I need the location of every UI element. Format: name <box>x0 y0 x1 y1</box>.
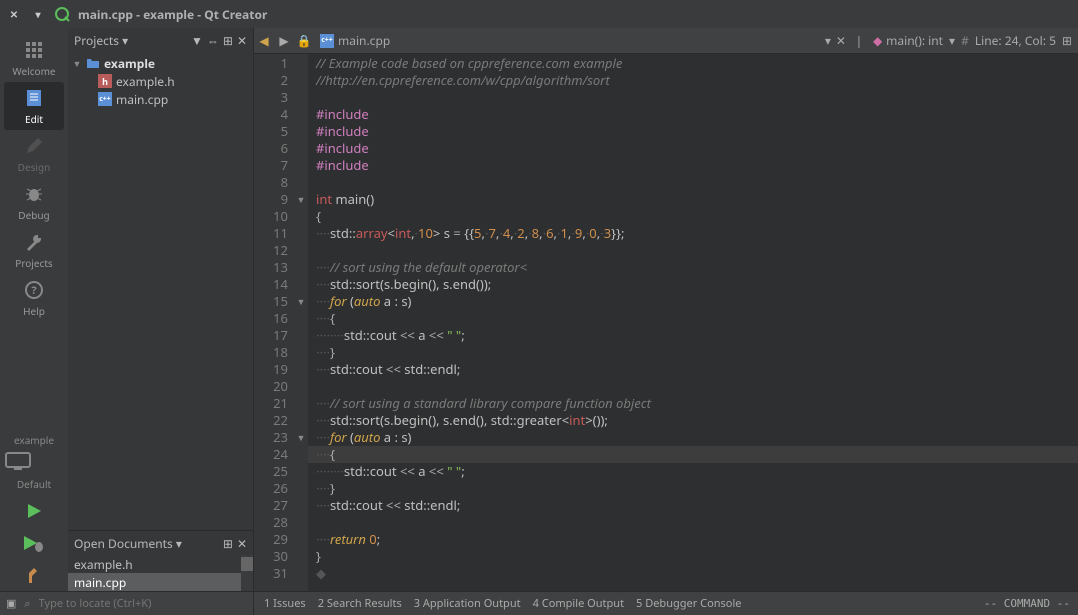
opendoc-item[interactable]: main.cpp <box>68 573 241 591</box>
run-debug-button[interactable] <box>16 529 52 557</box>
output-pane[interactable]: 3 Application Output <box>414 596 521 611</box>
split-icon[interactable]: ⊞ <box>223 32 233 49</box>
split-editor-icon[interactable]: ⊞ <box>1062 32 1072 49</box>
build-button[interactable] <box>16 561 52 589</box>
forward-button[interactable]: ▶ <box>274 31 294 51</box>
mode-edit[interactable]: Edit <box>4 82 64 130</box>
help-icon: ? <box>22 278 46 302</box>
code-content[interactable]: // Example code based on cppreference.co… <box>308 54 1078 591</box>
run-button[interactable] <box>16 497 52 525</box>
output-pane-selectors: 1 Issues 2 Search Results 3 Application Ou… <box>254 596 984 611</box>
mode-projects[interactable]: Projects <box>4 226 64 274</box>
file-selector[interactable]: c++ main.cpp <box>314 32 396 49</box>
chevron-down-icon[interactable]: ▾ <box>949 32 955 49</box>
editor-toolbar: ◀ ▶ 🔒 c++ main.cpp ▾ ✕ | ◆ main(): int ▾… <box>254 28 1078 54</box>
status-bar: ▣ ⌕ 1 Issues 2 Search Results 3 Applicatio… <box>0 591 1078 615</box>
window-titlebar: ✕ ▾ main.cpp - example - Qt Creator <box>0 0 1078 28</box>
output-pane[interactable]: 5 Debugger Console <box>636 596 741 611</box>
close-panel-icon[interactable]: ✕ <box>237 535 247 552</box>
opendocs-dropdown[interactable]: Open Documents ▾ <box>74 535 182 552</box>
mode-welcome[interactable]: Welcome <box>4 34 64 82</box>
vim-mode-indicator: -- COMMAND -- <box>984 597 1078 610</box>
target-selector[interactable]: example Default <box>4 433 64 491</box>
cpp-file-icon: c++ <box>98 92 112 106</box>
line-prefix: # <box>961 32 969 49</box>
code-editor[interactable]: 1234567891011121314151617181920212223242… <box>254 54 1078 591</box>
close-tab-icon[interactable]: ✕ <box>831 31 851 51</box>
tree-project-root[interactable]: ▼ example <box>68 54 253 72</box>
wrench-icon <box>22 230 46 254</box>
tree-file-header[interactable]: h example.h <box>68 72 253 90</box>
svg-text:?: ? <box>31 283 37 298</box>
window-title: main.cpp - example - Qt Creator <box>78 6 267 23</box>
mode-help[interactable]: ? Help <box>4 274 64 322</box>
filter-icon[interactable]: ▼ <box>191 32 203 49</box>
split-icon[interactable]: ⊞ <box>223 535 233 552</box>
back-button[interactable]: ◀ <box>254 31 274 51</box>
fold-column[interactable]: ▼▼▼ <box>294 54 308 591</box>
bug-icon <box>22 182 46 206</box>
projects-dropdown[interactable]: Projects ▾ <box>74 32 128 49</box>
mode-bar: Welcome Edit Design Debug Projects ? Hel… <box>0 28 68 591</box>
projects-panel-header: Projects ▾ ▼ ⇔ ⊞ ✕ <box>68 28 253 52</box>
link-icon[interactable]: ⇔ <box>207 32 219 49</box>
cpp-file-icon: c++ <box>320 34 334 48</box>
toggle-sidebar-icon[interactable]: ▣ <box>6 596 16 611</box>
expand-icon[interactable]: ▼ <box>72 57 82 70</box>
symbol-selector[interactable]: ◆ main(): int <box>867 32 949 49</box>
mode-debug[interactable]: Debug <box>4 178 64 226</box>
opendocs-panel-header: Open Documents ▾ ⊞ ✕ <box>68 531 253 555</box>
grid-icon <box>22 38 46 62</box>
diamond-icon: ◆ <box>873 32 882 49</box>
scrollbar[interactable] <box>241 555 253 591</box>
monitor-icon <box>4 451 64 473</box>
tree-file-source[interactable]: c++ main.cpp <box>68 90 253 108</box>
output-pane[interactable]: 1 Issues <box>264 596 306 611</box>
chevron-down-icon: ▾ <box>122 32 128 49</box>
close-panel-icon[interactable]: ✕ <box>237 32 247 49</box>
h-file-icon: h <box>98 74 112 88</box>
folder-icon <box>86 56 100 70</box>
mode-design[interactable]: Design <box>4 130 64 178</box>
chevron-down-icon: ▾ <box>176 535 182 552</box>
editor-area: ◀ ▶ 🔒 c++ main.cpp ▾ ✕ | ◆ main(): int ▾… <box>254 28 1078 591</box>
line-col-indicator[interactable]: Line: 24, Col: 5 <box>975 32 1056 49</box>
output-pane[interactable]: 4 Compile Output <box>533 596 624 611</box>
window-close-icon[interactable]: ✕ <box>6 6 22 22</box>
locator-input[interactable] <box>39 596 247 611</box>
lock-icon[interactable]: 🔒 <box>294 31 314 51</box>
line-number-gutter[interactable]: 1234567891011121314151617181920212223242… <box>254 54 294 591</box>
opendoc-item[interactable]: example.h <box>68 555 241 573</box>
window-logo-icon <box>54 6 70 22</box>
window-minimize-icon[interactable]: ▾ <box>30 6 46 22</box>
project-tree[interactable]: ▼ example h example.h c++ main.cpp <box>68 52 253 530</box>
document-icon <box>22 86 46 110</box>
pencil-icon <box>22 134 46 158</box>
side-panel: Projects ▾ ▼ ⇔ ⊞ ✕ ▼ example h example.h… <box>68 28 254 591</box>
search-icon: ⌕ <box>24 596 30 611</box>
output-pane[interactable]: 2 Search Results <box>318 596 402 611</box>
